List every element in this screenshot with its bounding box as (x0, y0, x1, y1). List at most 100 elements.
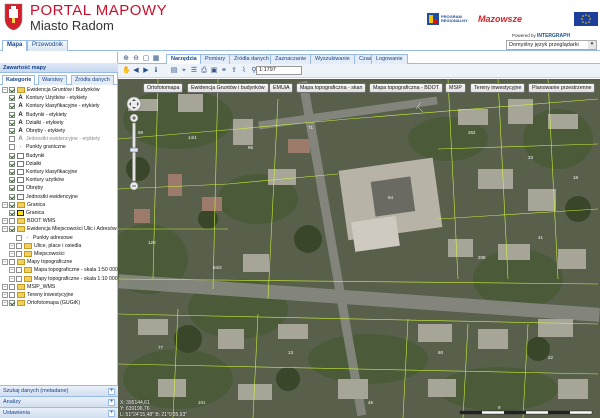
layer-checkbox[interactable] (9, 177, 15, 184)
expand-toggle-icon[interactable]: − (9, 275, 15, 282)
tab-pomiary[interactable]: Pomiary (200, 54, 231, 64)
layer-tree-item[interactable]: Granica (9, 209, 44, 217)
layer-tree-item[interactable]: · Punkty graniczne (9, 143, 66, 151)
layer-checkbox[interactable] (9, 193, 15, 200)
accordion-szukaj-danych[interactable]: Szukaj danych (metadane) + (0, 385, 118, 396)
layer-checkbox[interactable] (16, 242, 22, 249)
layer-tree-item[interactable]: − Ulice, place i osiedla (9, 242, 81, 250)
forward-arrow-icon[interactable]: ▶ (142, 67, 150, 75)
expand-toggle-icon[interactable]: − (9, 242, 15, 249)
layer-button-ortofotomapa[interactable]: Ortofotomapa (143, 83, 184, 93)
layer-button-msip[interactable]: MSIP (445, 83, 466, 93)
info-icon[interactable]: ℹ (152, 67, 160, 75)
tab-logowanie[interactable]: Logowanie (371, 54, 408, 64)
expand-icon[interactable]: + (108, 388, 115, 395)
layer-checkbox[interactable] (9, 201, 15, 208)
tab-zrodla-danych-tools[interactable]: Źródła danych (229, 54, 274, 64)
zoom-slider[interactable] (126, 96, 142, 192)
tab-warstwy[interactable]: Warstwy (38, 75, 67, 85)
layer-tree-item[interactable]: Kontury klasyfikacyjne (9, 168, 77, 176)
layer-tree-item[interactable]: − Miejscowości (9, 250, 65, 258)
layer-tree-item[interactable]: − MSIP_WMS (2, 283, 55, 291)
layer-tree-item[interactable]: A Kontury klasyfikacyjne - etykiety (9, 102, 100, 110)
back-arrow-icon[interactable]: ◀ (132, 67, 140, 75)
zoom-handle[interactable] (129, 147, 139, 153)
layer-tree-item[interactable]: Obręby (9, 184, 43, 192)
layer-checkbox[interactable] (9, 152, 15, 159)
map-layers-icon[interactable]: ▤ (170, 67, 178, 75)
print-icon[interactable]: ⎙ (200, 67, 208, 75)
zoom-box-icon[interactable]: ▢ (142, 55, 150, 63)
layer-checkbox[interactable] (9, 259, 15, 266)
legend-icon[interactable]: ☰ (190, 67, 198, 75)
layer-tree-item[interactable]: A Działki - etykiety (9, 119, 63, 127)
layer-button-ewidencja[interactable]: Ewidencja Gruntów i budynków (187, 83, 269, 93)
layer-checkbox[interactable] (9, 218, 15, 225)
layer-tree-item[interactable]: − Mapy topograficzne (2, 258, 72, 266)
layer-checkbox[interactable] (9, 144, 15, 151)
layer-checkbox[interactable] (9, 283, 15, 290)
language-select[interactable]: Domyślny język przeglądarki ▾ (506, 40, 597, 50)
orthophoto-map[interactable]: 8814/19671 2623318120 84/25420841 7713 60… (118, 79, 600, 418)
layer-tree-item[interactable]: A Budynki - etykiety (9, 111, 67, 119)
layer-tree-item[interactable]: A Kontury Użytków - etykiety (9, 94, 87, 102)
accordion-analizy[interactable]: Analizy + (0, 396, 118, 407)
tab-kategorie[interactable]: Kategorie (2, 75, 36, 85)
layer-tree-item[interactable]: A Obręby - etykiety (9, 127, 65, 135)
layer-checkbox[interactable] (9, 128, 15, 134)
layer-button-emuia[interactable]: EMUiA (269, 83, 294, 93)
layer-checkbox[interactable] (9, 111, 15, 118)
link-icon[interactable]: ⚭ (220, 67, 228, 75)
layer-button-planowanie[interactable]: Planowanie przestrzenne (528, 83, 596, 93)
tab-mapa[interactable]: Mapa (2, 40, 28, 51)
layer-tree-item[interactable]: Budynki (9, 152, 44, 160)
expand-toggle-icon[interactable]: − (2, 283, 8, 290)
full-extent-icon[interactable]: ▦ (152, 55, 160, 63)
layer-checkbox[interactable] (9, 292, 15, 298)
layer-button-mapa-topo-skan[interactable]: Mapa topograficzna - skan (296, 83, 367, 93)
layer-tree-item[interactable]: − Ewidencja Gruntów i Budynków (2, 86, 100, 94)
expand-toggle-icon[interactable]: − (2, 300, 8, 307)
expand-icon[interactable]: + (108, 399, 115, 406)
expand-toggle-icon[interactable]: − (2, 259, 8, 266)
expand-toggle-icon[interactable]: − (2, 87, 8, 93)
layer-checkbox[interactable] (9, 185, 15, 192)
layer-checkbox[interactable] (9, 160, 15, 167)
layer-checkbox[interactable] (9, 119, 15, 126)
layer-tree-item[interactable]: − Granica (2, 201, 45, 209)
expand-toggle-icon[interactable]: − (2, 201, 8, 208)
layer-tree-item[interactable]: − Mapy topograficzne - skala 1:10 000 (9, 275, 118, 283)
zoom-out-icon[interactable]: ⊖ (132, 55, 140, 63)
accordion-ustawienia[interactable]: Ustawienia + (0, 407, 118, 418)
layer-checkbox[interactable] (16, 275, 22, 282)
measure-icon[interactable]: ⌇ (240, 67, 248, 75)
expand-toggle-icon[interactable]: − (2, 226, 8, 233)
layer-tree-item[interactable]: A Jednostki ewidencyjne - etykiety (9, 135, 100, 143)
tab-narzedzia[interactable]: Narzędzia (166, 54, 202, 64)
layer-tree-item[interactable]: − Ortofotomapa (GUGiK) (2, 299, 80, 307)
identify-icon[interactable]: ⌖ (180, 67, 188, 75)
layer-checkbox[interactable] (9, 226, 15, 233)
layer-button-tereny-inwestycyjne[interactable]: Tereny inwestycyjne (470, 83, 526, 93)
layer-tree-item[interactable]: − BDOT WMS (2, 217, 55, 225)
expand-toggle-icon[interactable]: − (2, 292, 8, 298)
layer-tree-item[interactable]: Działki (9, 160, 41, 168)
layer-checkbox[interactable] (9, 136, 15, 143)
layer-checkbox[interactable] (16, 251, 22, 257)
expand-icon[interactable]: + (108, 410, 115, 417)
layer-checkbox[interactable] (9, 103, 15, 110)
map-view[interactable]: 88 14/1 96 71 262 33 18 120 84/2 54 208 41 77 13 60… (118, 79, 600, 418)
layer-checkbox[interactable] (9, 300, 15, 307)
layer-tree-item[interactable]: · Punkty adresowe (16, 234, 73, 242)
tab-zrodla-danych[interactable]: Źródła danych (71, 75, 114, 85)
layer-checkbox[interactable] (16, 234, 22, 241)
layer-checkbox[interactable] (16, 267, 22, 274)
layer-checkbox[interactable] (9, 95, 15, 102)
tab-przewodnik[interactable]: Przewodnik (27, 40, 69, 51)
tab-wyszukiwanie[interactable]: Wyszukiwanie (310, 54, 355, 64)
layer-checkbox[interactable] (9, 87, 15, 93)
zoom-in-icon[interactable]: ⊕ (122, 55, 130, 63)
chevron-down-icon[interactable]: ▾ (588, 41, 596, 49)
expand-toggle-icon[interactable]: − (2, 218, 8, 225)
export-icon[interactable]: ⇪ (230, 67, 238, 75)
